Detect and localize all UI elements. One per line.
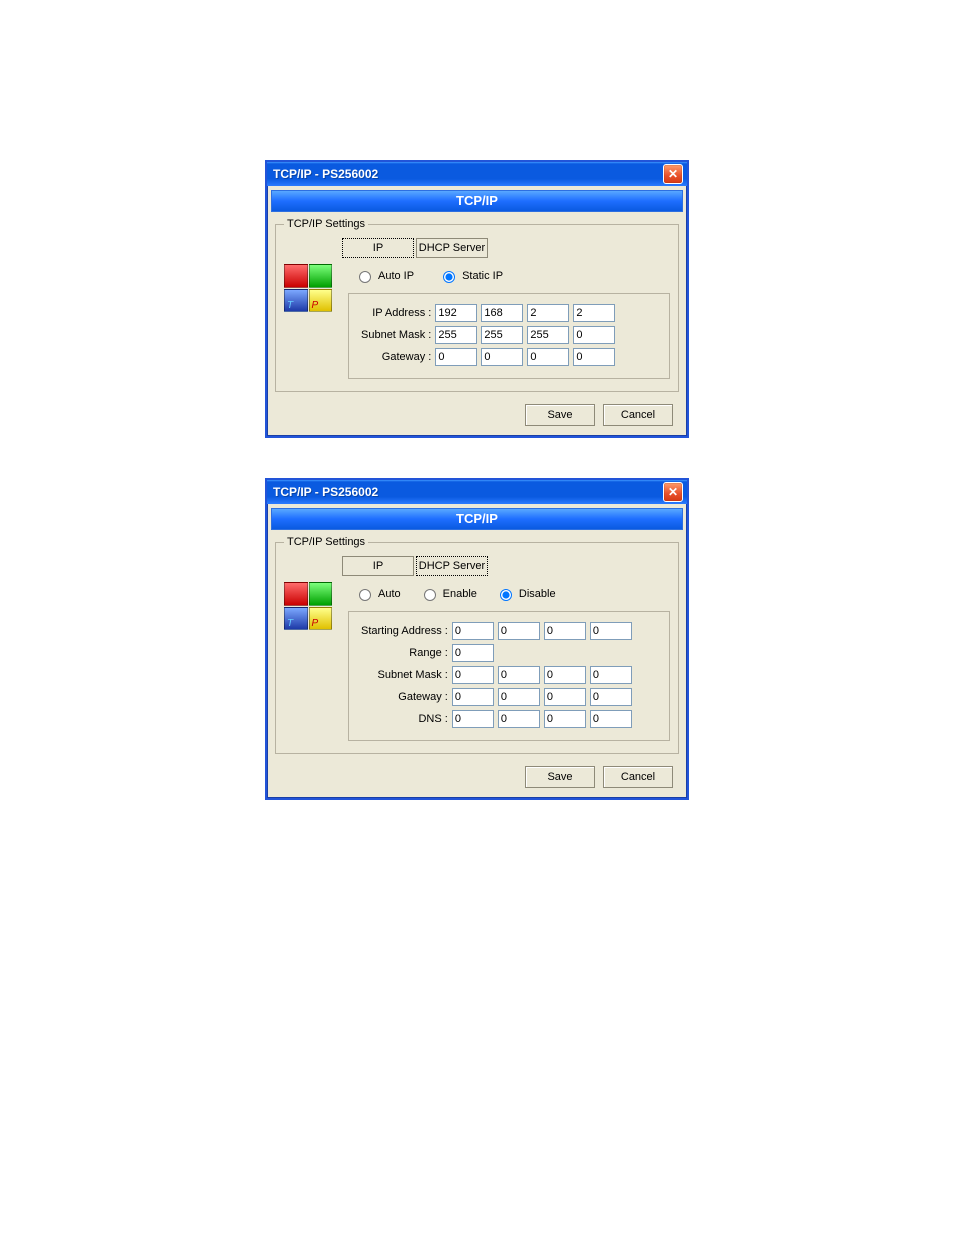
cancel-button[interactable]: Cancel	[603, 766, 673, 788]
radio-enable[interactable]: Enable	[419, 586, 477, 601]
tab-ip[interactable]: IP	[342, 556, 414, 576]
radio-static-ip[interactable]: Static IP	[438, 268, 503, 283]
gateway-octet-3[interactable]	[527, 348, 569, 366]
window-title: TCP/IP - PS256002	[273, 167, 378, 181]
subnet2-octet-2[interactable]	[498, 666, 540, 684]
label-gateway: Gateway :	[359, 686, 450, 708]
label-range: Range :	[359, 642, 450, 664]
dns-octet-3[interactable]	[544, 710, 586, 728]
settings-group: TCP/IP Settings TP IP DHCP Server	[275, 218, 679, 392]
tab-ip[interactable]: IP	[342, 238, 414, 258]
label-gateway: Gateway :	[359, 346, 433, 368]
subnet2-octet-1[interactable]	[452, 666, 494, 684]
gateway2-octet-1[interactable]	[452, 688, 494, 706]
tab-dhcp-server[interactable]: DHCP Server	[416, 556, 488, 576]
gateway-octet-4[interactable]	[573, 348, 615, 366]
gateway-octet-2[interactable]	[481, 348, 523, 366]
titlebar[interactable]: TCP/IP - PS256002 ✕	[267, 480, 687, 504]
subnet-octet-3[interactable]	[527, 326, 569, 344]
radio-auto[interactable]: Auto	[354, 586, 401, 601]
subnet-octet-4[interactable]	[573, 326, 615, 344]
subnet2-octet-4[interactable]	[590, 666, 632, 684]
radio-auto-ip[interactable]: Auto IP	[354, 268, 414, 283]
radio-enable-input[interactable]	[424, 589, 436, 601]
label-subnet: Subnet Mask :	[359, 664, 450, 686]
banner-title: TCP/IP	[271, 508, 683, 530]
app-logo-icon: TP	[284, 582, 332, 630]
ip-octet-2[interactable]	[481, 304, 523, 322]
radio-disable[interactable]: Disable	[495, 586, 556, 601]
starting-octet-1[interactable]	[452, 622, 494, 640]
close-icon[interactable]: ✕	[663, 164, 683, 184]
subnet-octet-1[interactable]	[435, 326, 477, 344]
close-icon[interactable]: ✕	[663, 482, 683, 502]
gateway2-octet-2[interactable]	[498, 688, 540, 706]
label-ip-address: IP Address :	[359, 302, 433, 324]
save-button[interactable]: Save	[525, 404, 595, 426]
group-legend: TCP/IP Settings	[284, 536, 368, 548]
gateway2-octet-3[interactable]	[544, 688, 586, 706]
dns-octet-4[interactable]	[590, 710, 632, 728]
starting-octet-4[interactable]	[590, 622, 632, 640]
dns-octet-1[interactable]	[452, 710, 494, 728]
tcpip-dialog-dhcp: TCP/IP - PS256002 ✕ TCP/IP TCP/IP Settin…	[265, 478, 689, 800]
dns-octet-2[interactable]	[498, 710, 540, 728]
ip-fields-group: IP Address : Subnet Mask :	[348, 293, 670, 379]
range-input[interactable]	[452, 644, 494, 662]
window-title: TCP/IP - PS256002	[273, 485, 378, 499]
ip-octet-1[interactable]	[435, 304, 477, 322]
banner-title: TCP/IP	[271, 190, 683, 212]
settings-group: TCP/IP Settings TP IP DHCP Server	[275, 536, 679, 754]
save-button[interactable]: Save	[525, 766, 595, 788]
subnet-octet-2[interactable]	[481, 326, 523, 344]
tab-dhcp-server[interactable]: DHCP Server	[416, 238, 488, 258]
ip-octet-3[interactable]	[527, 304, 569, 322]
app-logo-icon: TP	[284, 264, 332, 312]
subnet2-octet-3[interactable]	[544, 666, 586, 684]
starting-octet-3[interactable]	[544, 622, 586, 640]
label-dns: DNS :	[359, 708, 450, 730]
gateway2-octet-4[interactable]	[590, 688, 632, 706]
radio-disable-input[interactable]	[500, 589, 512, 601]
radio-static-ip-input[interactable]	[443, 271, 455, 283]
group-legend: TCP/IP Settings	[284, 218, 368, 230]
label-subnet: Subnet Mask :	[359, 324, 433, 346]
radio-auto-input[interactable]	[359, 589, 371, 601]
ip-octet-4[interactable]	[573, 304, 615, 322]
label-starting: Starting Address :	[359, 620, 450, 642]
cancel-button[interactable]: Cancel	[603, 404, 673, 426]
starting-octet-2[interactable]	[498, 622, 540, 640]
gateway-octet-1[interactable]	[435, 348, 477, 366]
radio-auto-ip-input[interactable]	[359, 271, 371, 283]
titlebar[interactable]: TCP/IP - PS256002 ✕	[267, 162, 687, 186]
tcpip-dialog-ip: TCP/IP - PS256002 ✕ TCP/IP TCP/IP Settin…	[265, 160, 689, 438]
dhcp-fields-group: Starting Address : Range :	[348, 611, 670, 741]
